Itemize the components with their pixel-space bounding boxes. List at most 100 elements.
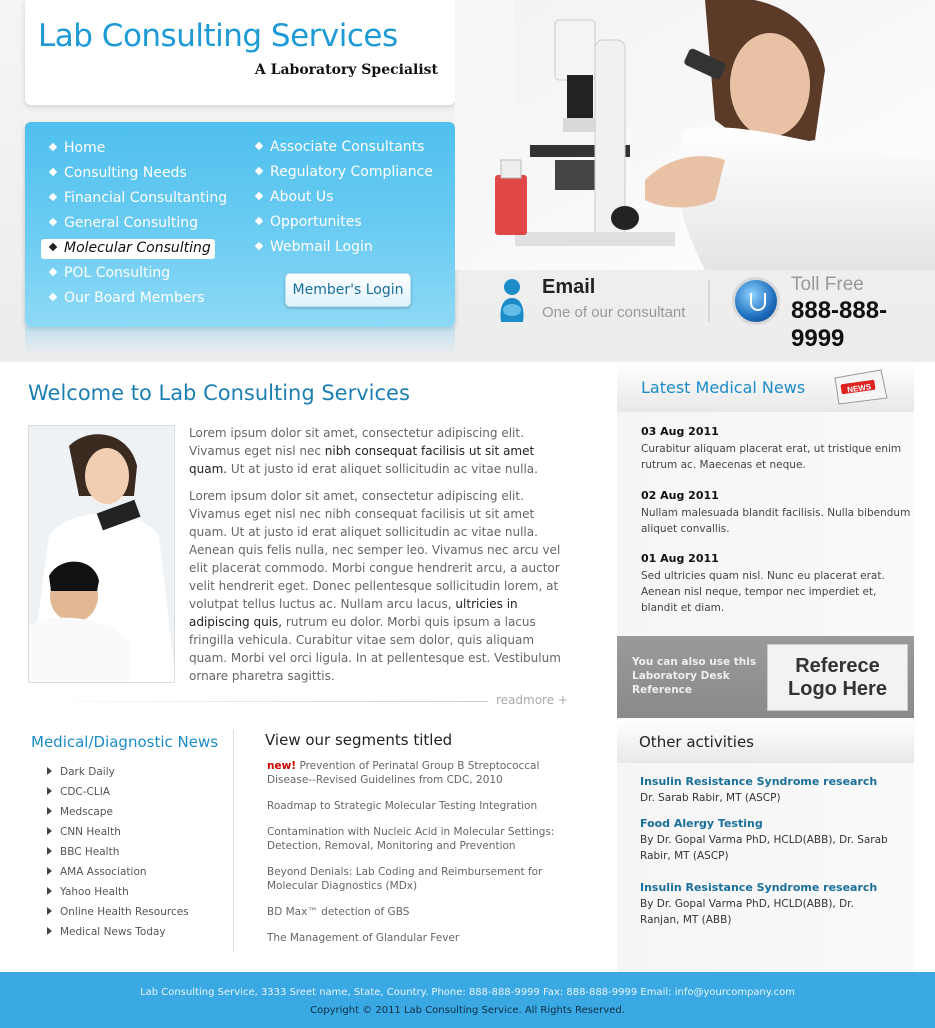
lab-workers-image [29,426,174,682]
news-date: 01 Aug 2011 [641,552,719,565]
email-label[interactable]: Email [542,276,595,299]
arrow-right-icon [47,927,52,935]
list-item[interactable]: AMA Association [47,862,189,882]
readmore-divider [28,701,488,702]
list-item[interactable]: new! Prevention of Perinatal Group B Str… [267,759,587,787]
arrow-right-icon [47,847,52,855]
footer: Lab Consulting Service, 3333 Sreet name,… [0,972,935,1028]
reference-logo-line: Logo Here [788,678,887,700]
list-item[interactable]: Medscape [47,802,189,822]
paragraph-text: Lorem ipsum dolor sit amet, consectetur … [189,489,561,611]
list-item[interactable]: Beyond Denials: Lab Coding and Reimburse… [267,865,587,893]
medical-news-title: Medical/Diagnostic News [31,733,219,751]
nav-item-consulting-needs[interactable]: Consulting Needs [48,161,227,186]
news-text: Sed ultricies quam nisl. Nunc eu placera… [641,570,885,614]
arrow-right-icon [47,887,52,895]
activity-author: Dr. Sarab Rabir, MT (ASCP) [640,792,781,804]
nav-item-financial-consulting[interactable]: Financial Consultanting [48,186,227,211]
readmore-link[interactable]: readmore + [496,693,568,707]
bullet-icon [48,217,58,227]
arrow-right-icon [47,787,52,795]
segments-title: View our segments titled [265,731,453,749]
medical-news-list: Dark Daily CDC-CLIA Medscape CNN Health … [47,762,189,942]
activity-author: By Dr. Gopal Varma PhD, HCLD(ABB), Dr. R… [640,898,854,926]
nav-item-pol-consulting[interactable]: POL Consulting [48,261,227,286]
reference-logo-line: Referece [795,655,880,677]
news-text: Curabitur aliquam placerat erat, ut tris… [641,443,902,471]
other-activities-header: Other activities [617,719,914,763]
column-divider [233,730,234,952]
bullet-icon [254,241,264,251]
nav-item-general-consulting[interactable]: General Consulting [48,211,227,236]
news-date: 02 Aug 2011 [641,489,719,502]
main-nav: Home Consulting Needs Financial Consulta… [25,122,455,327]
list-item[interactable]: The Management of Glandular Fever [267,931,587,945]
activity-item: Food Alergy Testing By Dr. Gopal Varma P… [640,816,895,864]
hero-lab-photo [455,0,935,270]
news-item[interactable]: 01 Aug 2011 Sed ultricies quam nisl. Nun… [641,551,911,616]
arrow-right-icon [47,827,52,835]
arrow-right-icon [47,807,52,815]
bullet-icon [48,267,58,277]
activity-title[interactable]: Insulin Resistance Syndrome research [640,774,895,790]
news-item[interactable]: 02 Aug 2011 Nullam malesuada blandit fac… [641,488,911,537]
toll-free-number[interactable]: 888-888-9999 [791,297,935,353]
list-item[interactable]: CNN Health [47,822,189,842]
reference-logo[interactable]: Referece Logo Here [767,644,908,711]
news-item[interactable]: 03 Aug 2011 Curabitur aliquam placerat e… [641,424,911,473]
arrow-right-icon [47,767,52,775]
activity-item: Insulin Resistance Syndrome research By … [640,880,895,928]
latest-news-header: Latest Medical News NEWS [617,362,914,412]
news-date: 03 Aug 2011 [641,425,719,438]
footer-copyright: Copyright © 2011 Lab Consulting Service.… [310,1005,625,1016]
activity-title[interactable]: Food Alergy Testing [640,816,895,832]
list-item[interactable]: Dark Daily [47,762,189,782]
logo-box[interactable]: Lab Consulting Services A Laboratory Spe… [25,0,455,105]
contact-strip: Email One of our consultant Toll Free 88… [455,270,935,352]
bullet-icon [254,141,264,151]
nav-item-regulatory-compliance[interactable]: Regulatory Compliance [254,160,433,185]
list-item[interactable]: Roadmap to Strategic Molecular Testing I… [267,799,587,813]
welcome-photo [28,425,175,683]
newspaper-icon: NEWS [834,369,888,405]
member-login-button[interactable]: Member's Login [285,273,411,307]
activity-author: By Dr. Gopal Varma PhD, HCLD(ABB), Dr. S… [640,834,888,862]
list-item[interactable]: BBC Health [47,842,189,862]
phone-icon [732,277,780,325]
email-sublabel: One of our consultant [542,304,686,321]
nav-item-board-members[interactable]: Our Board Members [48,286,227,311]
latest-news-title: Latest Medical News [641,378,806,397]
list-item[interactable]: Online Health Resources [47,902,189,922]
paragraph-text: Ut at justo id erat aliquet sollicitudin… [227,462,538,476]
person-icon [500,279,524,322]
arrow-right-icon [47,907,52,915]
list-item[interactable]: CDC-CLIA [47,782,189,802]
list-item[interactable]: BD Max™ detection of GBS [267,905,587,919]
bullet-icon [48,292,58,302]
contact-divider [708,280,710,322]
site-title[interactable]: Lab Consulting Services [38,18,398,54]
other-activities-title: Other activities [639,733,754,751]
list-item[interactable]: Medical News Today [47,922,189,942]
activity-item: Insulin Resistance Syndrome research Dr.… [640,774,895,806]
nav-item-home[interactable]: Home [48,136,227,161]
bullet-icon [254,216,264,226]
activity-title[interactable]: Insulin Resistance Syndrome research [640,880,895,896]
reference-box[interactable]: You can also use this Laboratory Desk Re… [617,636,914,718]
welcome-paragraph-1: Lorem ipsum dolor sit amet, consectetur … [189,424,575,478]
toll-free-label: Toll Free [791,274,864,295]
nav-item-webmail-login[interactable]: Webmail Login [254,235,433,260]
site-subtitle: A Laboratory Specialist [254,62,438,78]
segments-list: new! Prevention of Perinatal Group B Str… [267,759,587,957]
list-item[interactable]: Yahoo Health [47,882,189,902]
list-item[interactable]: Contamination with Nucleic Acid in Molec… [267,825,587,853]
nav-item-about-us[interactable]: About Us [254,185,433,210]
reference-text: You can also use this Laboratory Desk Re… [632,656,757,696]
microscope-scientist-image [455,0,935,270]
bullet-icon [48,167,58,177]
header: Lab Consulting Services A Laboratory Spe… [0,0,935,362]
nav-item-opportunities[interactable]: Opportunites [254,210,433,235]
nav-item-molecular-consulting[interactable]: Molecular Consulting [41,236,227,261]
welcome-title: Welcome to Lab Consulting Services [28,381,410,405]
nav-item-associate-consultants[interactable]: Associate Consultants [254,135,433,160]
